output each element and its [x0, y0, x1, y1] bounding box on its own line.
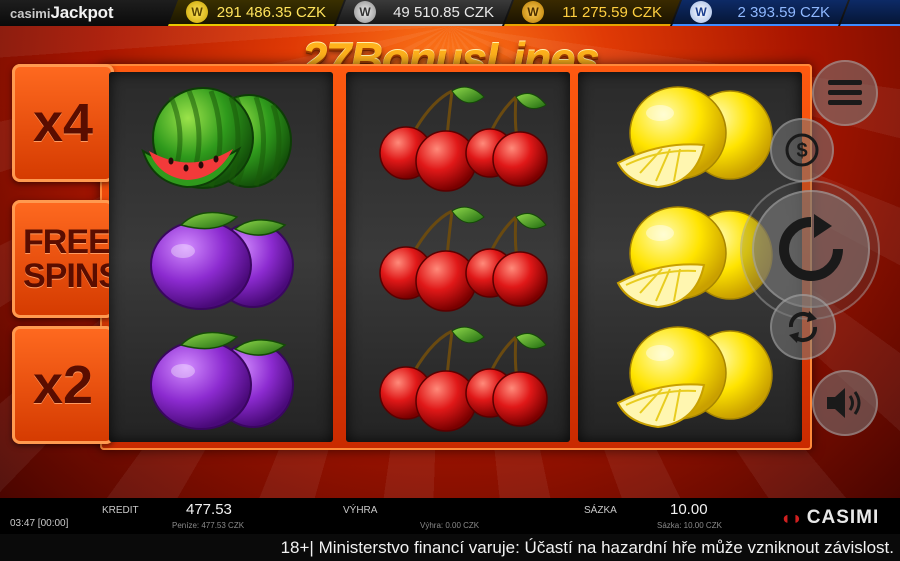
win-label: VÝHRA [343, 505, 378, 516]
lemon-icon [616, 325, 773, 428]
spin-button[interactable] [752, 190, 870, 308]
plum-icon [150, 331, 294, 430]
plum-icon [150, 211, 294, 310]
autoplay-button[interactable] [770, 294, 836, 360]
symbol-watermelon [109, 76, 333, 199]
autoplay-icon [788, 311, 818, 343]
cherry-icon [379, 206, 548, 312]
sound-icon [827, 388, 861, 418]
casimi-logo: ◖◗ CASIMI [780, 507, 880, 528]
menu-icon [828, 80, 862, 105]
jackpot-coin-icon: W [522, 1, 544, 23]
cherry-icon [379, 86, 548, 192]
symbol-cherry [346, 76, 570, 199]
gambling-warning: 18+| Ministerstvo financí varuje: Účastí… [0, 534, 900, 561]
coin-icon: $ [785, 133, 819, 167]
svg-text:$: $ [796, 140, 807, 162]
bet-value: 10.00 [670, 501, 708, 518]
credit-sub: Peníze: 477.53 CZK [172, 521, 245, 530]
lemon-icon [616, 85, 773, 188]
win-sub: Výhra: 0.00 CZK [420, 521, 480, 530]
session-time: 03:47 [00:00] [10, 518, 69, 529]
jackpot-bar: casimi Jackpot W 291 486.35 CZK W 49 510.… [0, 0, 900, 26]
multiplier-x2: x2 [12, 326, 114, 444]
jackpot-silver: W 49 510.85 CZK [336, 0, 512, 26]
symbol-lemon [578, 316, 802, 439]
jackpot-bar-tail [840, 0, 900, 26]
jackpot-bronze: W 11 275.59 CZK [504, 0, 680, 26]
bet-sub: Sázka: 10.00 CZK [657, 521, 722, 530]
jackpot-blue: W 2 393.59 CZK [672, 0, 848, 26]
symbol-lemon [578, 76, 802, 199]
free-spins-plate: FREE SPINS [12, 200, 121, 318]
jackpot-coin-icon: W [690, 1, 712, 23]
watermelon-icon [141, 86, 292, 189]
jackpot-silver-value: 49 510.85 CZK [393, 3, 494, 21]
jackpot-logo: casimi Jackpot [10, 3, 114, 22]
credit-label: KREDIT [102, 505, 139, 516]
jackpot-blue-value: 2 393.59 CZK [737, 3, 830, 21]
menu-button[interactable] [812, 60, 878, 126]
jackpot-gold-value: 291 486.35 CZK [216, 3, 326, 21]
symbol-plum [109, 196, 333, 319]
info-bar: 03:47 [00:00] KREDIT 477.53 Peníze: 477.… [0, 498, 900, 534]
symbol-cherry [346, 316, 570, 439]
symbol-plum [109, 316, 333, 439]
reel-2 [346, 72, 570, 442]
symbol-cherry [346, 196, 570, 319]
jackpot-coin-icon: W [186, 1, 208, 23]
sound-button[interactable] [812, 370, 878, 436]
multiplier-x4: x4 [12, 64, 114, 182]
reel-1 [109, 72, 333, 442]
cherry-icon [379, 326, 548, 432]
jackpot-gold: W 291 486.35 CZK [168, 0, 344, 26]
bet-button[interactable]: $ [770, 118, 834, 182]
spin-icon [779, 214, 843, 281]
bet-label: SÁZKA [584, 505, 617, 516]
credit-value: 477.53 [186, 501, 232, 518]
casimi-logo-icon: ◖◗ [780, 507, 804, 528]
jackpot-bronze-value: 11 275.59 CZK [562, 3, 662, 21]
jackpot-coin-icon: W [354, 1, 376, 23]
